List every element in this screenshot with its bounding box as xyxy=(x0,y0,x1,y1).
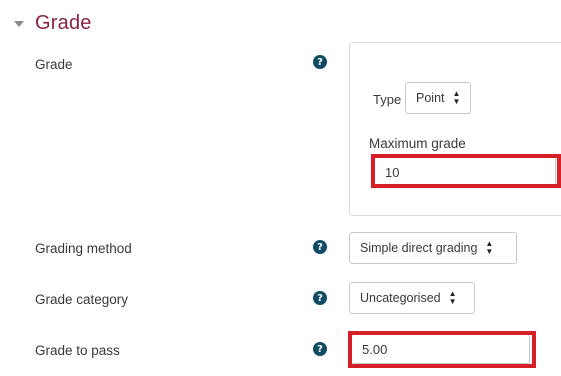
maximum-grade-input[interactable]: 10 xyxy=(374,157,556,187)
section-header-grade[interactable]: Grade xyxy=(14,8,92,38)
select-arrows-icon: ▲ ▼ xyxy=(448,289,457,306)
select-arrows-icon: ▲ ▼ xyxy=(452,89,461,106)
select-arrows-icon: ▲ ▼ xyxy=(485,239,494,256)
grade-category-select[interactable]: Uncategorised ▲ ▼ xyxy=(349,282,475,314)
help-icon[interactable]: ? xyxy=(313,342,327,356)
grading-method-value: Simple direct grading xyxy=(360,241,478,255)
help-icon[interactable]: ? xyxy=(313,240,327,254)
grade-type-select[interactable]: Point ▲ ▼ xyxy=(405,82,472,114)
grade-fieldset xyxy=(349,42,561,216)
grade-type-value: Point xyxy=(416,91,445,105)
grade-to-pass-label: Grade to pass xyxy=(35,343,120,358)
grade-to-pass-value: 5.00 xyxy=(362,341,388,357)
section-title: Grade xyxy=(35,11,92,34)
maximum-grade-label: Maximum grade xyxy=(369,136,466,151)
grading-method-label: Grading method xyxy=(35,241,132,256)
help-icon[interactable]: ? xyxy=(313,55,327,69)
type-label: Type xyxy=(373,92,402,107)
grading-method-select[interactable]: Simple direct grading ▲ ▼ xyxy=(349,232,517,264)
help-icon[interactable]: ? xyxy=(313,291,327,305)
grade-category-value: Uncategorised xyxy=(360,291,441,305)
grade-category-label: Grade category xyxy=(35,292,129,307)
collapse-caret-icon[interactable] xyxy=(14,21,24,27)
maximum-grade-value: 10 xyxy=(385,164,400,180)
grade-label: Grade xyxy=(35,57,73,72)
grade-to-pass-input[interactable]: 5.00 xyxy=(351,334,530,364)
